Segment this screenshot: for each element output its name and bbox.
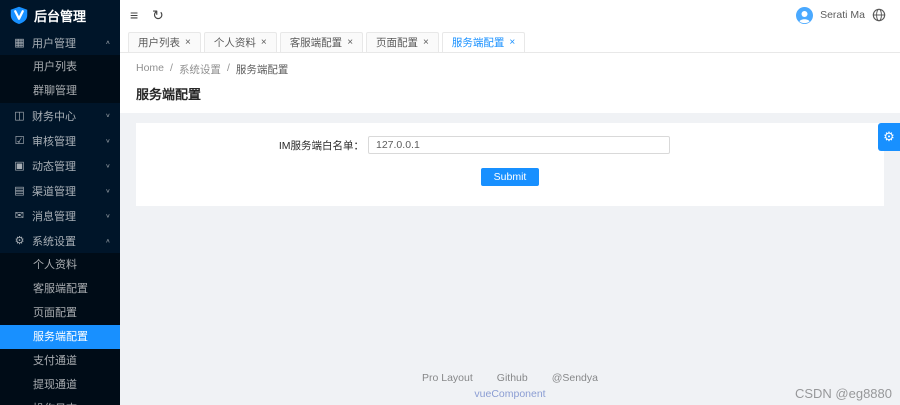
tab-服务端配置[interactable]: 服务端配置 ×	[441, 32, 526, 52]
sidebar-subitem[interactable]: 个人资料	[0, 253, 120, 277]
shield-logo-icon	[10, 6, 28, 24]
sidebar-item-label: 用户管理	[32, 37, 76, 50]
form-row: IM服务端白名单：	[136, 136, 884, 154]
im-whitelist-label: IM服务端白名单：	[278, 139, 364, 152]
app-layout: 后台管理 ▦ 用户管理 ∧ 用户列表 群聊管理 ◫ 财务中心 ∨ ☑ 审核管理 ∨ ▣ 动态管理 ∨ ▤ 渠道…	[0, 0, 900, 405]
sidebar-subitem[interactable]: 用户列表	[0, 55, 120, 79]
message-icon: ✉	[14, 210, 25, 222]
tab-close-icon[interactable]: ×	[261, 37, 267, 48]
sidebar-item-label: 财务中心	[32, 110, 76, 123]
sidebar-item-dynamic-management[interactable]: ▣ 动态管理 ∨	[0, 153, 120, 178]
sidebar-item-label: 审核管理	[32, 135, 76, 148]
tab-bar: 用户列表 × 个人资料 × 客服端配置 × 页面配置 × 服务端配置 ×	[120, 30, 900, 53]
sidebar-item-channel-management[interactable]: ▤ 渠道管理 ∨	[0, 178, 120, 203]
tab-个人资料[interactable]: 个人资料 ×	[203, 32, 277, 52]
globe-language-icon[interactable]	[872, 8, 886, 22]
sidebar-subitem[interactable]: 操作日志	[0, 397, 120, 405]
sidebar-item-audit-management[interactable]: ☑ 审核管理 ∨	[0, 128, 120, 153]
sidebar-item-label: 渠道管理	[32, 185, 76, 198]
breadcrumb-separator: /	[226, 62, 230, 74]
top-header: ≡ ↻ Serati Ma	[120, 0, 900, 30]
app-title: 后台管理	[34, 8, 87, 24]
sidebar-item-system-settings[interactable]: ⚙ 系统设置 ∧	[0, 228, 120, 253]
tab-客服端配置[interactable]: 客服端配置 ×	[279, 32, 364, 52]
content-area: IM服务端白名单： Submit ⚙ Pro Layout Github @Send…	[120, 113, 900, 405]
sidebar-item-label: 消息管理	[32, 210, 76, 223]
sidebar-subitem[interactable]: 提现通道	[0, 373, 120, 397]
page-title: 服务端配置	[136, 87, 202, 102]
tab-close-icon[interactable]: ×	[423, 37, 429, 48]
avatar[interactable]	[796, 6, 814, 24]
breadcrumb-separator: /	[170, 62, 173, 74]
caret-down-icon: ∨	[105, 162, 111, 169]
tab-用户列表[interactable]: 用户列表 ×	[128, 32, 201, 52]
user-name[interactable]: Serati Ma	[820, 9, 865, 21]
sidebar-subitem[interactable]: 页面配置	[0, 301, 120, 325]
app-logo[interactable]: 后台管理	[0, 0, 120, 30]
appstore-icon: ▦	[14, 37, 25, 49]
finance-icon: ◫	[14, 110, 25, 122]
breadcrumb-item[interactable]: Home	[136, 62, 164, 77]
caret-down-icon: ∨	[105, 137, 111, 144]
footer-link[interactable]: @Sendya	[552, 372, 598, 384]
tab-label: 服务端配置	[451, 37, 505, 49]
settings-icon: ⚙	[14, 235, 25, 247]
tab-close-icon[interactable]: ×	[509, 37, 515, 48]
page-header: Home / 系统设置 / 服务端配置 服务端配置	[120, 53, 900, 113]
menu-fold-icon[interactable]: ≡	[130, 8, 138, 22]
form-card: IM服务端白名单： Submit	[136, 123, 884, 206]
tab-label: 用户列表	[138, 37, 180, 49]
tab-页面配置[interactable]: 页面配置 ×	[366, 32, 439, 52]
tab-close-icon[interactable]: ×	[347, 37, 353, 48]
sidebar-item-finance-center[interactable]: ◫ 财务中心 ∨	[0, 103, 120, 128]
sidebar-item-label: 动态管理	[32, 160, 76, 173]
sidebar-item-label: 系统设置	[32, 235, 76, 248]
footer-links: Pro Layout Github @Sendya	[120, 372, 900, 384]
footer-link[interactable]: Github	[497, 372, 528, 384]
footer-copyright[interactable]: vueComponent	[120, 388, 900, 400]
caret-up-icon: ∧	[105, 237, 111, 244]
sidebar-subitem[interactable]: 群聊管理	[0, 79, 120, 103]
theme-settings-button[interactable]: ⚙	[878, 123, 900, 151]
tab-label: 个人资料	[213, 37, 256, 49]
refresh-icon[interactable]: ↻	[152, 8, 164, 22]
caret-down-icon: ∨	[105, 112, 111, 119]
page-footer: Pro Layout Github @Sendya vueComponent	[120, 372, 900, 405]
submit-row: Submit	[136, 168, 884, 186]
submit-button[interactable]: Submit	[480, 168, 540, 186]
channel-icon: ▤	[14, 185, 25, 197]
sidebar-subitem[interactable]: 服务端配置	[0, 325, 120, 349]
submenu-user-management: 用户列表 群聊管理	[0, 55, 120, 103]
breadcrumb-item[interactable]: 系统设置	[179, 62, 221, 77]
audit-icon: ☑	[14, 135, 25, 147]
header-user-area: Serati Ma	[796, 6, 886, 24]
sidebar: 后台管理 ▦ 用户管理 ∧ 用户列表 群聊管理 ◫ 财务中心 ∨ ☑ 审核管理 ∨ ▣ 动态管理 ∨ ▤ 渠道…	[0, 0, 120, 405]
sidebar-subitem[interactable]: 客服端配置	[0, 277, 120, 301]
main-area: ≡ ↻ Serati Ma 用户列表 × 个人资料 × 客服端配置 × 页面配置 × 服务端配置…	[120, 0, 900, 405]
breadcrumb: Home / 系统设置 / 服务端配置	[136, 62, 884, 77]
sidebar-menu: ▦ 用户管理 ∧ 用户列表 群聊管理 ◫ 财务中心 ∨ ☑ 审核管理 ∨ ▣ 动态管理 ∨ ▤ 渠道管理 ∨ ✉ 消…	[0, 30, 120, 405]
footer-link[interactable]: Pro Layout	[422, 372, 473, 384]
tab-close-icon[interactable]: ×	[185, 37, 191, 48]
sidebar-item-message-management[interactable]: ✉ 消息管理 ∨	[0, 203, 120, 228]
dynamic-icon: ▣	[14, 160, 25, 172]
sidebar-item-user-management[interactable]: ▦ 用户管理 ∧	[0, 30, 120, 55]
caret-down-icon: ∨	[105, 187, 111, 194]
tab-label: 客服端配置	[289, 37, 343, 49]
submenu-system-settings: 个人资料客服端配置页面配置服务端配置支付通道提现通道操作日志	[0, 253, 120, 405]
sidebar-subitem[interactable]: 支付通道	[0, 349, 120, 373]
tab-label: 页面配置	[376, 37, 419, 49]
breadcrumb-item: 服务端配置	[235, 64, 289, 76]
gear-icon: ⚙	[883, 129, 895, 144]
caret-down-icon: ∨	[105, 212, 111, 219]
im-whitelist-input[interactable]	[368, 136, 670, 154]
caret-up-icon: ∧	[105, 39, 111, 46]
